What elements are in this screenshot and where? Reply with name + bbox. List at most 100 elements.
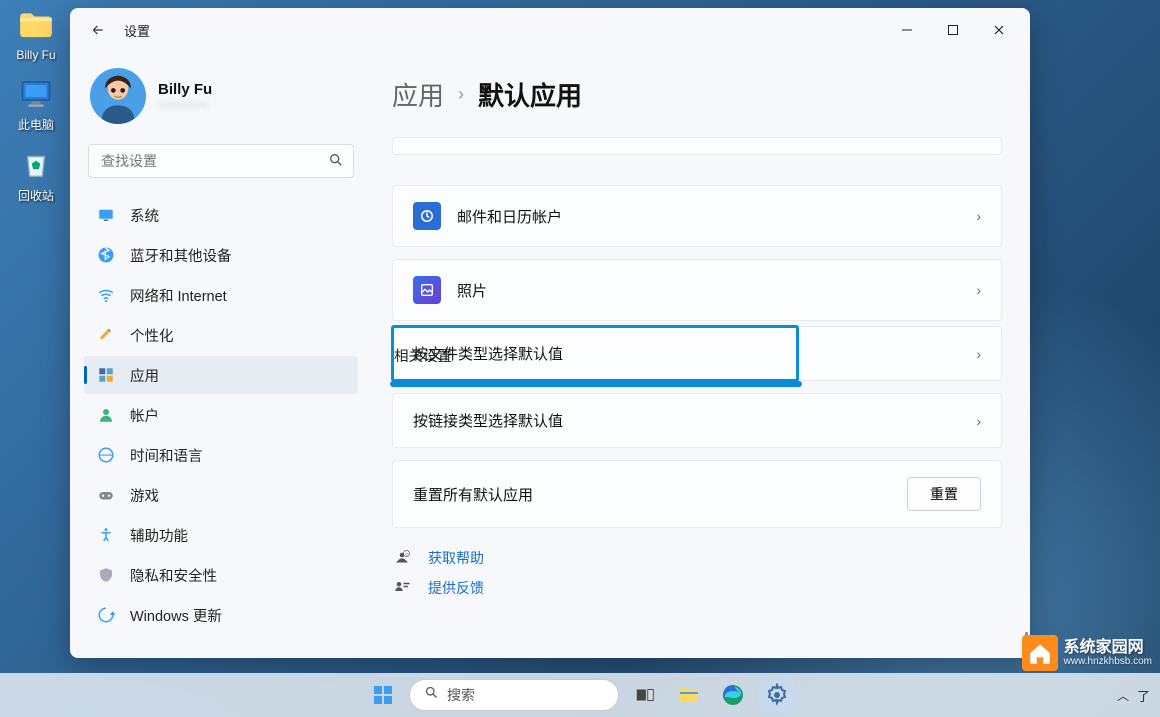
profile-name: Billy Fu xyxy=(158,81,212,98)
search-icon xyxy=(328,152,344,173)
desktop-recycle-bin[interactable]: 回收站 xyxy=(6,145,66,204)
nav-label: 隐私和安全性 xyxy=(130,565,217,586)
card-partial-top[interactable] xyxy=(392,137,1002,155)
feedback-icon xyxy=(392,579,412,597)
task-view-button[interactable] xyxy=(627,677,663,713)
get-help-link[interactable]: ? 获取帮助 xyxy=(392,548,1002,568)
chevron-right-icon: › xyxy=(976,282,981,298)
card-label: 照片 xyxy=(457,280,976,301)
avatar xyxy=(90,68,146,124)
nav-list: 系统 蓝牙和其他设备 网络和 Internet 个性化 应用 xyxy=(84,196,358,634)
nav-update[interactable]: Windows 更新 xyxy=(84,596,358,634)
folder-icon xyxy=(16,6,56,46)
maximize-button[interactable] xyxy=(930,14,976,46)
taskbar: 搜索 ︿ 了 xyxy=(0,673,1160,717)
chevron-right-icon: › xyxy=(976,413,981,429)
brush-icon xyxy=(96,325,116,345)
card-label: 邮件和日历帐户 xyxy=(457,206,976,227)
monitor-icon xyxy=(16,74,56,114)
reset-button[interactable]: 重置 xyxy=(907,477,981,511)
card-reset-defaults: 重置所有默认应用 重置 xyxy=(392,460,1002,528)
titlebar: 设置 xyxy=(70,8,1030,52)
desktop: Billy Fu 此电脑 回收站 xyxy=(6,6,66,204)
feedback-label: 提供反馈 xyxy=(428,578,484,598)
nav-label: 蓝牙和其他设备 xyxy=(130,245,232,266)
search-input[interactable] xyxy=(88,144,354,178)
feedback-link[interactable]: 提供反馈 xyxy=(392,578,1002,598)
breadcrumb: 应用 › 默认应用 xyxy=(392,76,1002,113)
desktop-icon-label: Billy Fu xyxy=(16,48,55,62)
wifi-icon xyxy=(96,285,116,305)
card-label: 按文件类型选择默认值 xyxy=(413,343,976,364)
start-button[interactable] xyxy=(365,677,401,713)
system-icon xyxy=(96,205,116,225)
card-label: 重置所有默认应用 xyxy=(413,484,907,505)
card-label: 按链接类型选择默认值 xyxy=(413,410,976,431)
card-by-file-type[interactable] xyxy=(392,383,800,385)
photos-icon xyxy=(413,276,441,304)
window-title: 设置 xyxy=(124,21,150,40)
system-tray[interactable]: ︿ 了 xyxy=(1117,686,1150,705)
bluetooth-icon xyxy=(96,245,116,265)
profile-email: •••••••••••• xyxy=(158,98,212,112)
nav-time[interactable]: 时间和语言 xyxy=(84,436,358,474)
apps-icon xyxy=(96,365,116,385)
help-icon: ? xyxy=(392,549,412,567)
search-settings xyxy=(88,144,354,178)
desktop-this-pc[interactable]: 此电脑 xyxy=(6,74,66,133)
nav-personalization[interactable]: 个性化 xyxy=(84,316,358,354)
nav-label: 网络和 Internet xyxy=(130,285,227,306)
main-content: 应用 › 默认应用 邮件和日历帐户 › xyxy=(370,52,1030,658)
nav-bluetooth[interactable]: 蓝牙和其他设备 xyxy=(84,236,358,274)
nav-label: 应用 xyxy=(130,365,159,386)
gamepad-icon xyxy=(96,485,116,505)
minimize-button[interactable] xyxy=(884,14,930,46)
card-photos[interactable]: 照片 › xyxy=(392,259,1002,321)
breadcrumb-parent[interactable]: 应用 xyxy=(392,76,444,113)
watermark: 系统家园网 www.hnzkhbsb.com xyxy=(1022,635,1152,671)
tray-clock[interactable]: 了 xyxy=(1137,686,1150,705)
nav-label: 个性化 xyxy=(130,325,174,346)
close-button[interactable] xyxy=(976,14,1022,46)
nav-privacy[interactable]: 隐私和安全性 xyxy=(84,556,358,594)
card-mail[interactable]: 邮件和日历帐户 › xyxy=(392,185,1002,247)
file-explorer-button[interactable] xyxy=(671,677,707,713)
desktop-icon-label: 回收站 xyxy=(18,187,54,204)
nav-accessibility[interactable]: 辅助功能 xyxy=(84,516,358,554)
tray-chevron-icon[interactable]: ︿ xyxy=(1117,687,1129,704)
nav-network[interactable]: 网络和 Internet xyxy=(84,276,358,314)
nav-label: 系统 xyxy=(130,205,159,226)
nav-gaming[interactable]: 游戏 xyxy=(84,476,358,514)
settings-button[interactable] xyxy=(759,677,795,713)
nav-apps[interactable]: 应用 xyxy=(84,356,358,394)
person-icon xyxy=(96,405,116,425)
settings-window: 设置 Billy Fu •••••••••••• xyxy=(70,8,1030,658)
chevron-right-icon: › xyxy=(976,346,981,362)
chevron-right-icon: › xyxy=(976,208,981,224)
shield-icon xyxy=(96,565,116,585)
chevron-right-icon: › xyxy=(458,84,464,105)
desktop-icon-label: 此电脑 xyxy=(18,116,54,133)
nav-label: 游戏 xyxy=(130,485,159,506)
search-icon xyxy=(424,685,439,705)
nav-label: 时间和语言 xyxy=(130,445,203,466)
page-title: 默认应用 xyxy=(478,76,582,113)
card-by-file-type-full[interactable]: 按文件类型选择默认值 › xyxy=(392,326,1002,381)
mail-calendar-icon xyxy=(413,202,441,230)
nav-accounts[interactable]: 帐户 xyxy=(84,396,358,434)
help-label: 获取帮助 xyxy=(428,548,484,568)
edge-button[interactable] xyxy=(715,677,751,713)
search-label: 搜索 xyxy=(447,685,475,705)
desktop-folder-billy[interactable]: Billy Fu xyxy=(6,6,66,62)
nav-label: 辅助功能 xyxy=(130,525,188,546)
watermark-url: www.hnzkhbsb.com xyxy=(1064,656,1152,667)
user-profile[interactable]: Billy Fu •••••••••••• xyxy=(84,60,358,144)
taskbar-search[interactable]: 搜索 xyxy=(409,679,619,711)
card-by-link-type[interactable]: 按链接类型选择默认值 › xyxy=(392,393,1002,448)
nav-label: Windows 更新 xyxy=(130,605,222,626)
watermark-name: 系统家园网 xyxy=(1064,639,1152,657)
nav-label: 帐户 xyxy=(130,405,159,426)
recycle-bin-icon xyxy=(16,145,56,185)
back-button[interactable] xyxy=(84,16,112,44)
nav-system[interactable]: 系统 xyxy=(84,196,358,234)
